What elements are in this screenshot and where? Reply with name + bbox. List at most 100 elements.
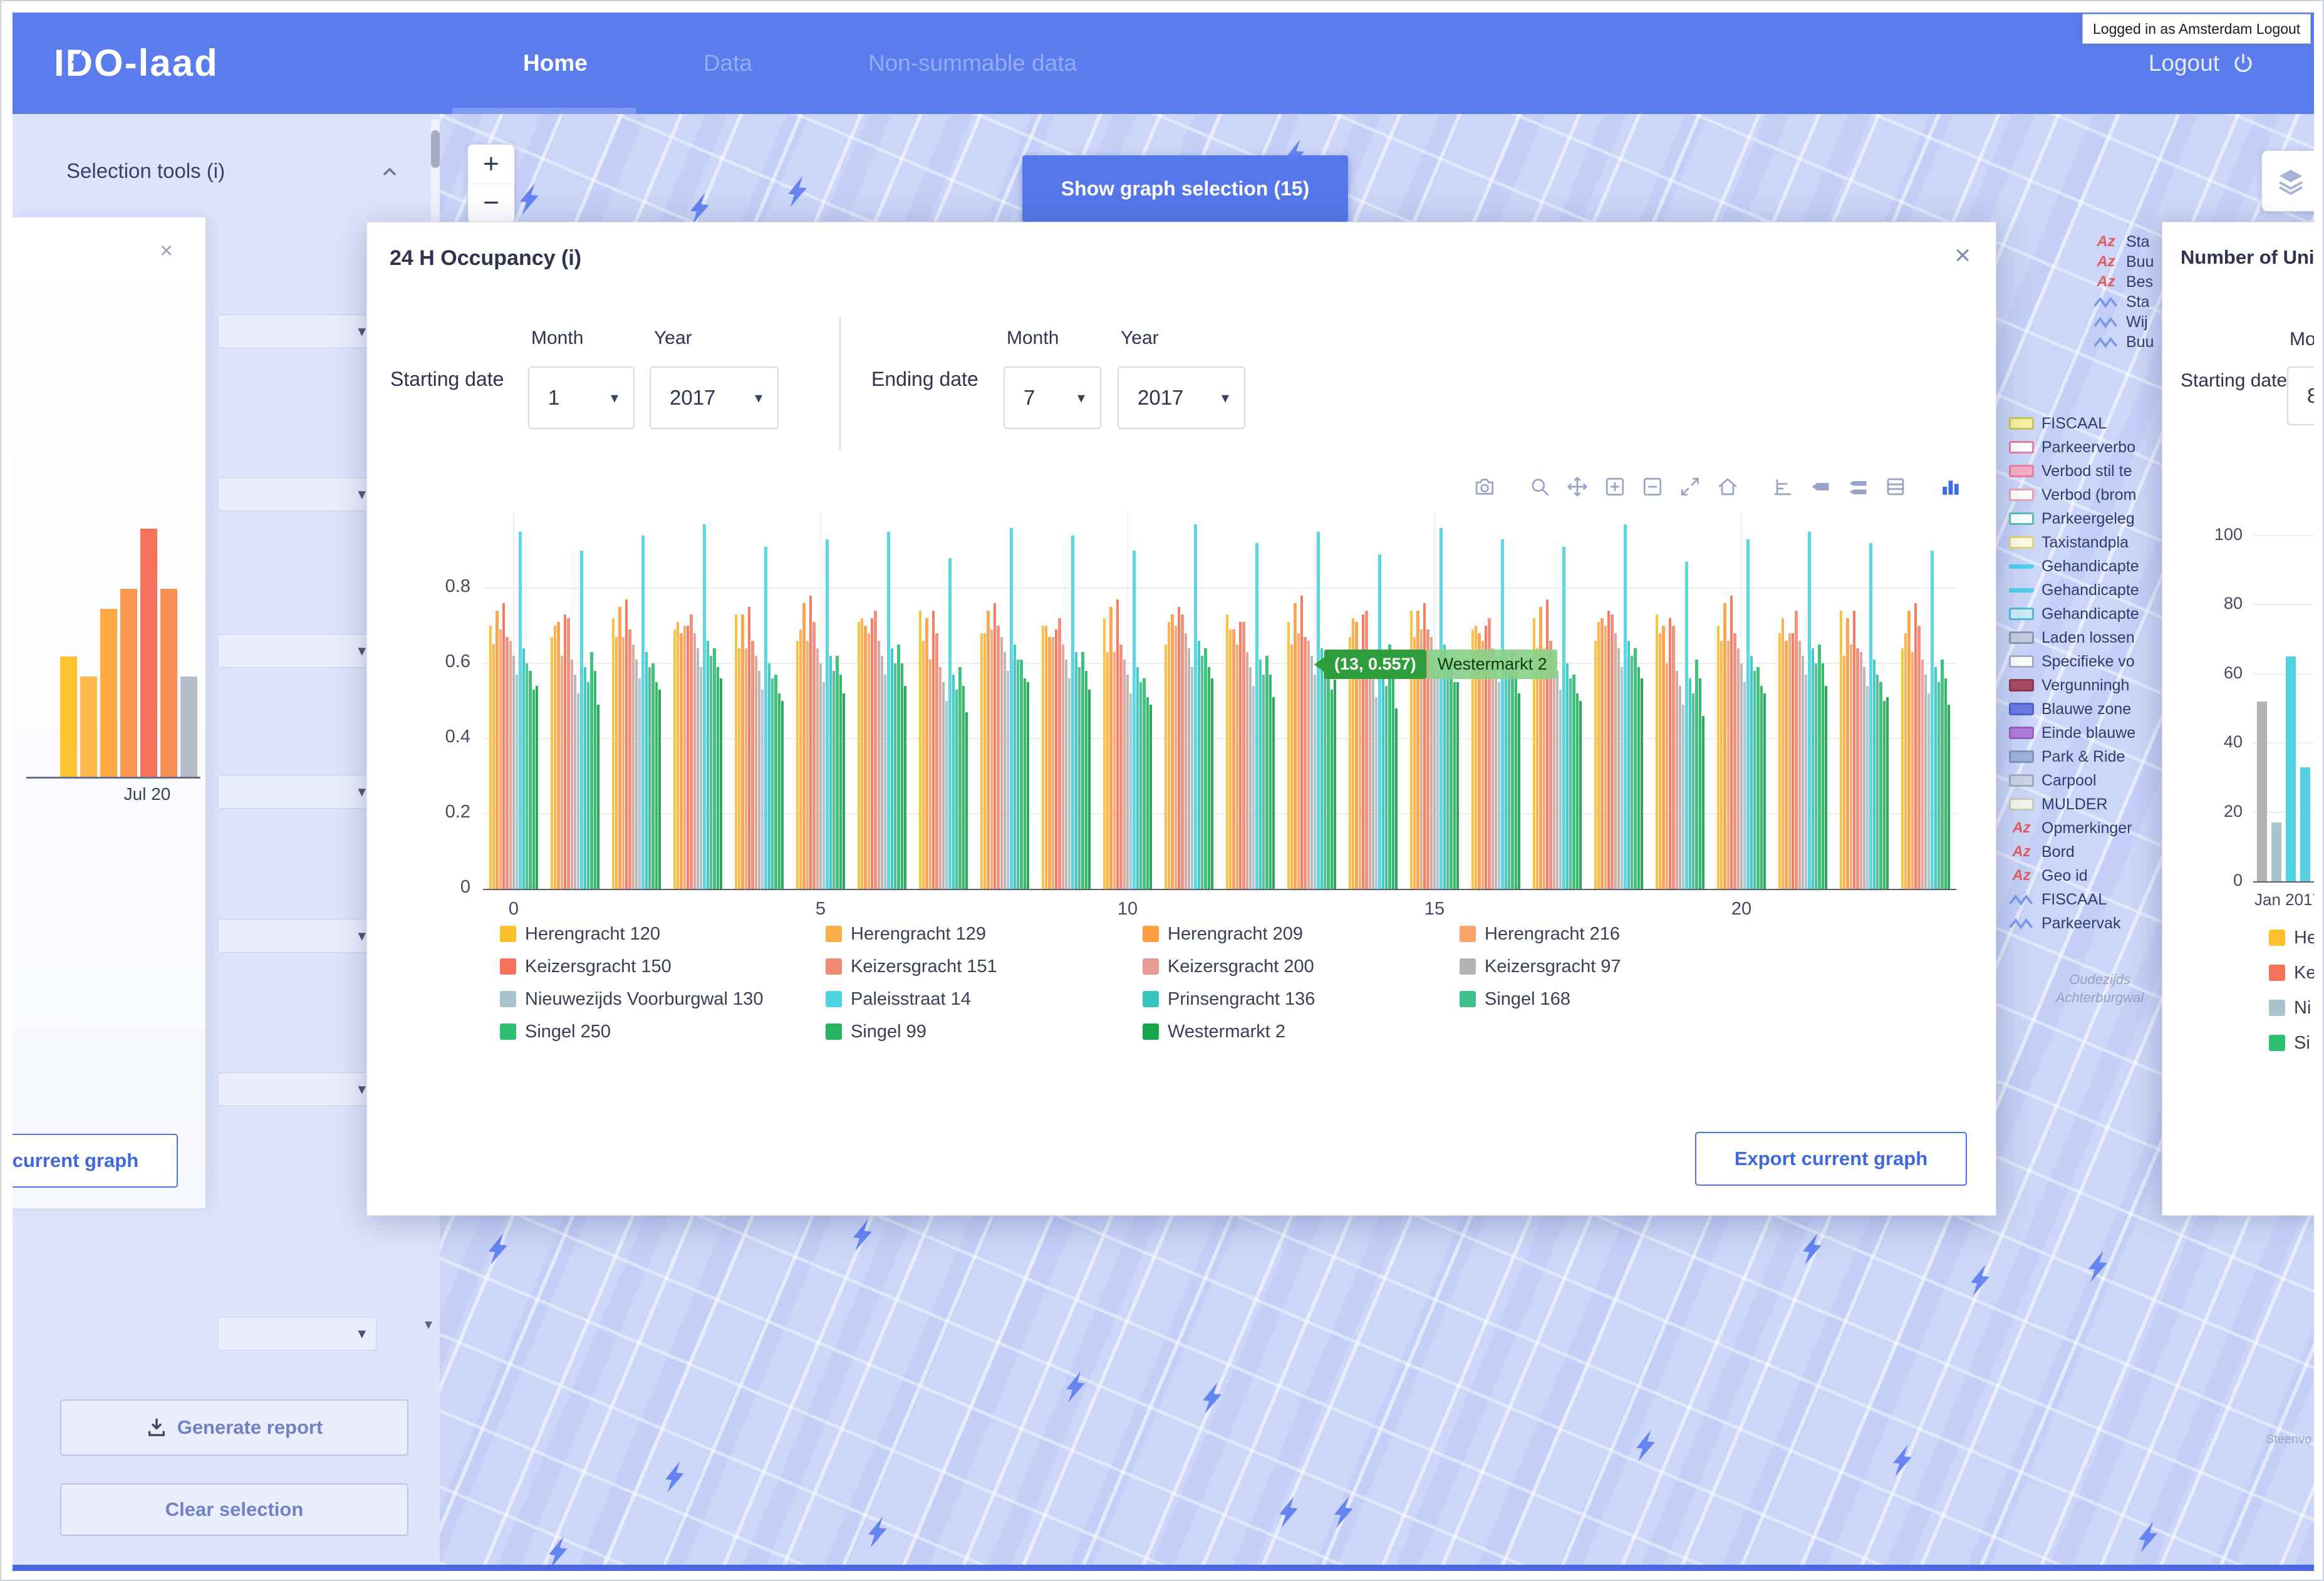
- bar-keizersgracht-97[interactable]: [1249, 667, 1252, 889]
- bar-nieuwezijds-voorburgwal-130[interactable]: [761, 690, 764, 889]
- bar-keizersgracht-97[interactable]: [635, 660, 638, 889]
- chart-legend-item[interactable]: Ni: [2269, 995, 2317, 1020]
- zoom-out-button[interactable]: −: [468, 184, 514, 223]
- bar-herengracht-209[interactable]: [557, 622, 559, 889]
- bar-singel-168[interactable]: [1938, 682, 1940, 889]
- chart-legend-item[interactable]: Keizersgracht 97: [1460, 954, 1777, 979]
- bar-singel-250[interactable]: [713, 648, 715, 889]
- bar-keizersgracht-150[interactable]: [564, 614, 566, 889]
- bar-westermarkt-2[interactable]: [1702, 716, 1704, 889]
- bar-westermarkt-2[interactable]: [1886, 697, 1889, 889]
- bar-herengracht-129[interactable]: [1536, 648, 1538, 889]
- bar-keizersgracht-150[interactable]: [502, 603, 505, 889]
- bar-herengracht-120[interactable]: [1656, 614, 1658, 889]
- map-legend-item[interactable]: Park & Ride: [2009, 745, 2159, 769]
- bar-herengracht-120[interactable]: [1165, 645, 1167, 889]
- bar-nieuwezijds-voorburgwal-130[interactable]: [1007, 671, 1009, 889]
- bar-nieuwezijds-voorburgwal-130[interactable]: [638, 678, 641, 889]
- charging-marker-icon[interactable]: [851, 1218, 874, 1256]
- charging-marker-icon[interactable]: [1891, 1444, 1914, 1481]
- bar-herengracht-120[interactable]: [673, 630, 676, 889]
- bar-paleisstraat-14[interactable]: [1562, 547, 1565, 889]
- bar-keizersgracht-200[interactable]: [939, 667, 942, 889]
- map-legend-item[interactable]: Einde blauwe: [2009, 721, 2159, 745]
- chart-legend-item[interactable]: Singel 250: [500, 1019, 826, 1044]
- bar-westermarkt-2[interactable]: [1579, 701, 1582, 889]
- bar-herengracht-209[interactable]: [1785, 641, 1787, 889]
- bar-herengracht-216[interactable]: [1236, 645, 1238, 889]
- bar-prinsengracht-136[interactable]: [1259, 660, 1262, 889]
- bar-keizersgracht-97[interactable]: [1372, 678, 1374, 889]
- bar-herengracht-216[interactable]: [1788, 633, 1791, 889]
- bar-singel-168[interactable]: [1692, 693, 1694, 889]
- bar-keizersgracht-150[interactable]: [748, 607, 750, 889]
- bar-keizersgracht-97[interactable]: [758, 671, 760, 889]
- bar-herengracht-129[interactable]: [615, 637, 618, 889]
- bar-herengracht-216[interactable]: [929, 660, 931, 889]
- bar-singel-168[interactable]: [1569, 678, 1572, 889]
- bar-westermarkt-2[interactable]: [1027, 682, 1029, 889]
- bar-nieuwezijds-voorburgwal-130[interactable]: [822, 682, 825, 889]
- bar-keizersgracht-200[interactable]: [1246, 652, 1248, 889]
- bar-prinsengracht-136[interactable]: [522, 648, 525, 889]
- bar-herengracht-129[interactable]: [1597, 622, 1600, 889]
- collapse-chevron-icon[interactable]: [380, 162, 400, 182]
- bar-nieuwezijds-voorburgwal-130[interactable]: [577, 693, 579, 889]
- bar-herengracht-120[interactable]: [858, 622, 860, 889]
- clear-selection-button[interactable]: Clear selection: [60, 1483, 408, 1536]
- bar-prinsengracht-136[interactable]: [952, 675, 955, 889]
- bar-paleisstraat-14[interactable]: [1317, 532, 1319, 889]
- bar-singel-168[interactable]: [1385, 686, 1388, 889]
- bar-singel-168[interactable]: [1876, 675, 1879, 889]
- bar-paleisstraat-14[interactable]: [1501, 539, 1503, 889]
- bar-herengracht-209[interactable]: [495, 611, 498, 889]
- bar-singel-99[interactable]: [1208, 667, 1210, 889]
- bar-singel-168[interactable]: [1078, 667, 1081, 889]
- bar-keizersgracht-97[interactable]: [1617, 648, 1620, 889]
- bar-singel-99[interactable]: [1883, 701, 1886, 889]
- bar-keizersgracht-150[interactable]: [1055, 630, 1057, 889]
- bar-keizersgracht-151[interactable]: [1795, 611, 1797, 889]
- charging-marker-icon[interactable]: [663, 1460, 686, 1498]
- chart-legend-item[interactable]: Herengracht 120: [500, 921, 826, 946]
- bar-herengracht-129[interactable]: [1290, 645, 1293, 889]
- bar-nieuwezijds-voorburgwal-130[interactable]: [1129, 693, 1132, 889]
- bar-keizersgracht-151[interactable]: [874, 611, 876, 889]
- map-legend-item[interactable]: AzOpmerkinger: [2009, 816, 2159, 840]
- map-legend-item[interactable]: Verbod (brom: [2009, 483, 2159, 507]
- bar-herengracht-209[interactable]: [864, 626, 866, 889]
- chevron-down-icon[interactable]: ▾: [425, 1315, 432, 1334]
- bar-singel-250[interactable]: [1695, 660, 1698, 889]
- bar-keizersgracht-151[interactable]: [628, 630, 631, 889]
- bar-keizersgracht-97[interactable]: [819, 663, 822, 889]
- bar-singel-250[interactable]: [1327, 671, 1329, 889]
- bar-herengracht-129[interactable]: [1659, 633, 1661, 889]
- bar-nieuwezijds-voorburgwal-130[interactable]: [1068, 678, 1071, 889]
- zoom-in-button[interactable]: +: [468, 145, 514, 184]
- bar-paleisstraat-14[interactable]: [703, 524, 705, 889]
- bar-paleisstraat-14[interactable]: [1869, 543, 1872, 889]
- bar-keizersgracht-200[interactable]: [1860, 652, 1862, 889]
- bar-prinsengracht-136[interactable]: [1689, 678, 1691, 889]
- filter-select-1[interactable]: ▾: [217, 314, 376, 348]
- bar-keizersgracht-200[interactable]: [1737, 648, 1740, 889]
- bar-singel-99[interactable]: [1576, 693, 1579, 889]
- bar-herengracht-209[interactable]: [1109, 607, 1112, 889]
- bar-singel-168[interactable]: [526, 663, 528, 889]
- bar-singel-99[interactable]: [1024, 678, 1026, 889]
- bar-nieuwezijds-voorburgwal-130[interactable]: [1805, 675, 1807, 889]
- bar-singel-168[interactable]: [771, 678, 774, 889]
- bar-prinsengracht-136[interactable]: [1382, 671, 1384, 889]
- bar-singel-99[interactable]: [532, 690, 535, 889]
- bar-herengracht-209[interactable]: [1232, 630, 1235, 889]
- bar-herengracht-129[interactable]: [1843, 656, 1845, 889]
- export-current-graph-button-left[interactable]: Export current graph: [0, 1134, 178, 1188]
- bar-herengracht-129[interactable]: [1045, 626, 1047, 889]
- bar-keizersgracht-97[interactable]: [1556, 671, 1559, 889]
- bar-singel-99[interactable]: [1085, 671, 1087, 889]
- bar-herengracht-216[interactable]: [990, 630, 993, 889]
- filter-select-5[interactable]: ▾: [217, 919, 376, 953]
- bar-prinsengracht-136[interactable]: [1750, 656, 1753, 889]
- bar-prinsengracht-136[interactable]: [1075, 652, 1077, 889]
- map-legend-item[interactable]: Vergunningh: [2009, 673, 2159, 697]
